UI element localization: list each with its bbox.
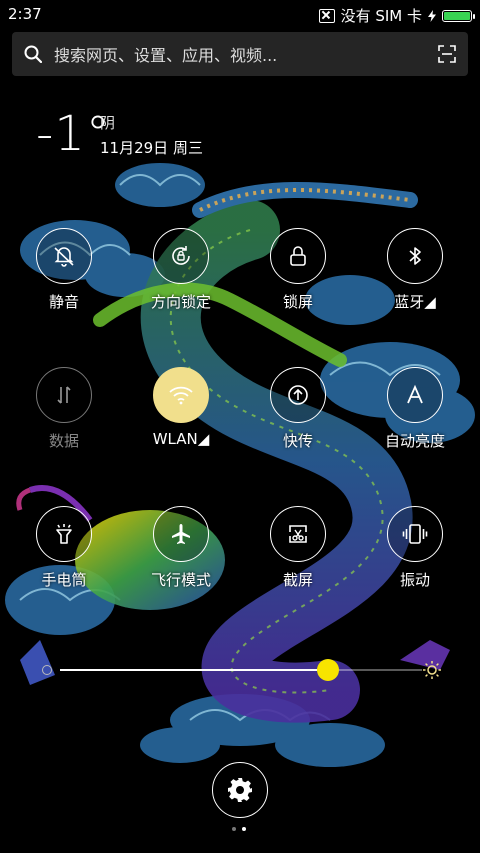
- toggle-wlan-button[interactable]: [153, 367, 209, 423]
- toggle-silent-button[interactable]: [36, 228, 92, 284]
- page-dot-1[interactable]: [232, 827, 236, 831]
- lock-icon: [290, 246, 306, 266]
- toggle-vibrate-label: 振动: [399, 571, 430, 589]
- toggle-mobile-data-label: 数据: [48, 432, 79, 450]
- carrier-text: 没有 SIM 卡: [340, 7, 422, 25]
- toggle-rotation-lock-button[interactable]: [153, 228, 209, 284]
- toggle-vibrate[interactable]: 振动: [357, 506, 473, 590]
- weather-condition: 阴: [100, 114, 116, 132]
- toggle-silent-label: 静音: [48, 293, 79, 311]
- toggle-lock-screen-button[interactable]: [270, 228, 326, 284]
- page-indicator: [232, 827, 246, 831]
- toggle-lock-screen[interactable]: 锁屏: [240, 228, 356, 312]
- gear-icon: [228, 778, 252, 802]
- toggle-auto-brightness-label: 自动亮度: [384, 432, 445, 450]
- page-dot-2[interactable]: [242, 827, 246, 831]
- charging-icon: [428, 9, 436, 22]
- settings-button[interactable]: [212, 762, 268, 818]
- status-time: 2:37: [8, 5, 42, 23]
- bluetooth-icon: [409, 247, 421, 265]
- toggle-bluetooth-button[interactable]: [387, 228, 443, 284]
- search-icon: [24, 45, 42, 63]
- toggle-mobile-data[interactable]: 数据: [6, 367, 122, 451]
- weather-date: 11月29日 周三: [100, 139, 203, 157]
- rotation-lock-icon: [172, 246, 190, 265]
- toggle-bluetooth[interactable]: 蓝牙◢: [357, 228, 473, 312]
- no-sim-icon: [318, 8, 335, 23]
- wifi-icon: [169, 386, 193, 405]
- toggle-vibrate-button[interactable]: [387, 506, 443, 562]
- toggle-mobile-data-button[interactable]: [36, 367, 92, 423]
- vibrate-icon: [402, 524, 428, 544]
- flashlight-icon: [56, 524, 72, 544]
- brightness-high-icon: [423, 661, 441, 679]
- brightness-low-icon: [42, 665, 52, 675]
- weather-widget[interactable]: -1° 阴 11月29日 周三: [36, 106, 203, 162]
- toggle-rotation-lock-label: 方向锁定: [150, 293, 211, 311]
- toggle-airplane-mode-button[interactable]: [153, 506, 209, 562]
- brightness-thumb[interactable]: [316, 659, 339, 681]
- toggle-airplane-mode-label: 飞行模式: [150, 571, 211, 589]
- brightness-track[interactable]: [60, 669, 422, 671]
- bell-muted-icon: [54, 247, 74, 267]
- toggle-rotation-lock[interactable]: 方向锁定: [123, 228, 239, 312]
- battery-icon: [442, 9, 475, 22]
- toggle-silent[interactable]: 静音: [6, 228, 122, 312]
- airplane-icon: [172, 524, 190, 544]
- battery-fill: [444, 11, 470, 20]
- toggle-quick-transfer-label: 快传: [282, 432, 313, 450]
- toggle-flashlight-label: 手电筒: [41, 571, 87, 589]
- toggle-auto-brightness-button[interactable]: [387, 367, 443, 423]
- status-bar: 2:37 没有 SIM 卡: [0, 0, 480, 28]
- brightness-track-fill: [60, 669, 328, 671]
- toggle-lock-screen-label: 锁屏: [282, 293, 313, 311]
- toggle-auto-brightness[interactable]: 自动亮度: [357, 367, 473, 451]
- toggle-flashlight-button[interactable]: [36, 506, 92, 562]
- toggle-wlan-label: WLAN◢: [152, 430, 210, 448]
- search-bar[interactable]: 搜索网页、设置、应用、视频...: [12, 32, 468, 76]
- toggle-flashlight[interactable]: 手电筒: [6, 506, 122, 590]
- toggle-screenshot[interactable]: 截屏: [240, 506, 356, 590]
- toggle-quick-transfer[interactable]: 快传: [240, 367, 356, 451]
- data-arrows-icon: [57, 386, 71, 404]
- toggle-quick-transfer-button[interactable]: [270, 367, 326, 423]
- toggle-screenshot-label: 截屏: [282, 571, 313, 589]
- toggle-screenshot-button[interactable]: [270, 506, 326, 562]
- screenshot-icon: [289, 525, 307, 543]
- toggle-bluetooth-label: 蓝牙◢: [394, 293, 436, 311]
- toggle-airplane-mode[interactable]: 飞行模式: [123, 506, 239, 590]
- auto-brightness-icon: [407, 384, 423, 404]
- search-placeholder[interactable]: 搜索网页、设置、应用、视频...: [54, 42, 438, 66]
- upload-icon: [288, 385, 308, 405]
- scan-icon[interactable]: [438, 45, 456, 63]
- toggle-wlan[interactable]: WLAN◢: [123, 367, 239, 448]
- brightness-slider[interactable]: [40, 656, 442, 684]
